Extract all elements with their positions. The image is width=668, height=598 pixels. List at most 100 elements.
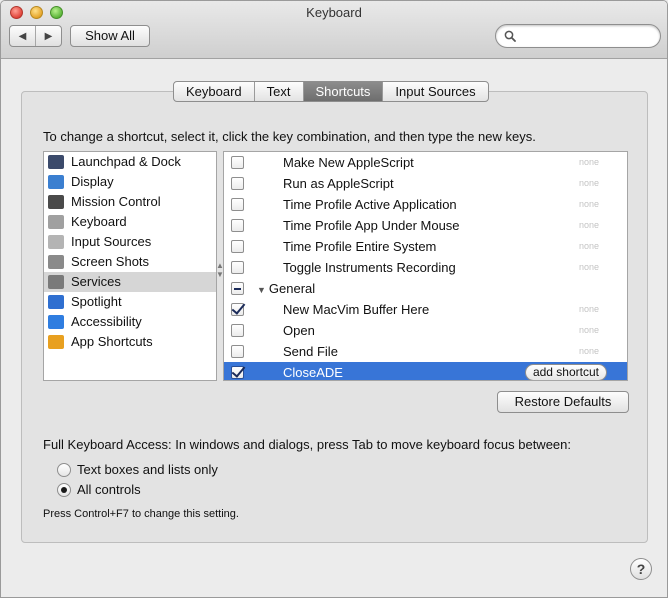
- shortcut-list: Make New AppleScript none Run as AppleScri…: [223, 151, 628, 381]
- shortcut-checkbox[interactable]: [231, 303, 244, 316]
- instructions-text: To change a shortcut, select it, click t…: [43, 129, 536, 144]
- window-title: Keyboard: [306, 5, 362, 20]
- group-header[interactable]: ▼ General: [257, 278, 315, 301]
- shortcut-row[interactable]: Send File none: [224, 341, 627, 362]
- keyboard-icon: [48, 215, 64, 229]
- radio-label: Text boxes and lists only: [77, 462, 218, 477]
- shortcut-key-value[interactable]: none: [579, 173, 599, 194]
- category-label: Screen Shots: [71, 254, 150, 269]
- shortcut-row[interactable]: Time Profile Active Application none: [224, 194, 627, 215]
- category-item[interactable]: Spotlight: [44, 292, 216, 312]
- category-item[interactable]: App Shortcuts: [44, 332, 216, 352]
- shortcut-row[interactable]: New MacVim Buffer Here none: [224, 299, 627, 320]
- gear-icon: [48, 275, 64, 289]
- tab-bar: Keyboard Text Shortcuts Input Sources: [173, 81, 489, 102]
- tab-text[interactable]: Text: [253, 82, 303, 101]
- radio-label: All controls: [77, 482, 141, 497]
- shortcut-row[interactable]: CloseADE add shortcut: [224, 362, 627, 380]
- shortcut-checkbox[interactable]: [231, 156, 244, 169]
- launchpad-icon: [48, 155, 64, 169]
- category-item[interactable]: Launchpad & Dock: [44, 152, 216, 172]
- keyboard-access-hint: Press Control+F7 to change this setting.: [43, 508, 239, 520]
- shortcut-key-value[interactable]: none: [579, 257, 599, 278]
- full-keyboard-access-label: Full Keyboard Access: In windows and dia…: [43, 437, 571, 452]
- screenshots-icon: [48, 255, 64, 269]
- chevron-left-icon: ◀: [18, 30, 27, 42]
- shortcut-label: New MacVim Buffer Here: [283, 302, 430, 317]
- back-button[interactable]: ◀: [10, 26, 35, 46]
- shortcut-key-value[interactable]: none: [579, 194, 599, 215]
- category-label: Display: [71, 174, 114, 189]
- shortcut-row[interactable]: Make New AppleScript none: [224, 152, 627, 173]
- tab-keyboard[interactable]: Keyboard: [174, 82, 254, 101]
- category-label: Keyboard: [71, 214, 127, 229]
- shortcut-key-value[interactable]: none: [579, 236, 599, 257]
- shortcut-row[interactable]: Time Profile App Under Mouse none: [224, 215, 627, 236]
- radio-button[interactable]: [57, 483, 71, 497]
- shortcut-row[interactable]: Toggle Instruments Recording none: [224, 257, 627, 278]
- tab-input-sources[interactable]: Input Sources: [382, 82, 487, 101]
- keyboard-preferences-window: Keyboard ◀ ▶ Show All Keyboard Text Shor…: [0, 0, 668, 598]
- shortcut-label: Time Profile App Under Mouse: [283, 218, 460, 233]
- shortcut-label: Time Profile Active Application: [283, 197, 457, 212]
- radio-all-controls[interactable]: All controls: [57, 481, 141, 499]
- shortcut-checkbox[interactable]: [231, 324, 244, 337]
- category-label: Input Sources: [71, 234, 152, 249]
- category-label: Launchpad & Dock: [71, 154, 181, 169]
- category-label: Services: [71, 274, 121, 289]
- category-label: Mission Control: [71, 194, 161, 209]
- category-item[interactable]: Accessibility: [44, 312, 216, 332]
- shortcut-checkbox[interactable]: [231, 345, 244, 358]
- help-button[interactable]: ?: [630, 558, 652, 580]
- shortcut-label: CloseADE: [283, 365, 343, 380]
- search-icon: [504, 30, 516, 42]
- shortcut-label: Run as AppleScript: [283, 176, 394, 191]
- display-icon: [48, 175, 64, 189]
- shortcut-group-row[interactable]: ▼ General: [224, 278, 627, 299]
- category-label: App Shortcuts: [71, 334, 153, 349]
- category-item[interactable]: Services: [44, 272, 216, 292]
- shortcut-checkbox[interactable]: [231, 240, 244, 253]
- accessibility-icon: [48, 315, 64, 329]
- shortcut-key-value[interactable]: none: [579, 341, 599, 362]
- shortcut-checkbox[interactable]: [231, 366, 244, 379]
- shortcut-row[interactable]: Time Profile Entire System none: [224, 236, 627, 257]
- disclosure-triangle-icon[interactable]: ▼: [257, 280, 266, 301]
- radio-text-boxes-and-lists[interactable]: Text boxes and lists only: [57, 461, 218, 479]
- category-label: Accessibility: [71, 314, 142, 329]
- search-input[interactable]: [520, 28, 654, 44]
- shortcut-checkbox[interactable]: [231, 177, 244, 190]
- radio-button[interactable]: [57, 463, 71, 477]
- show-all-button[interactable]: Show All: [70, 25, 150, 47]
- mission-control-icon: [48, 195, 64, 209]
- shortcut-label: Toggle Instruments Recording: [283, 260, 456, 275]
- tab-shortcuts[interactable]: Shortcuts: [302, 82, 383, 101]
- category-item[interactable]: Display: [44, 172, 216, 192]
- shortcut-key-value[interactable]: none: [579, 320, 599, 341]
- shortcut-row[interactable]: Open none: [224, 320, 627, 341]
- shortcut-key-value[interactable]: none: [579, 299, 599, 320]
- shortcut-checkbox[interactable]: [231, 219, 244, 232]
- category-item[interactable]: Keyboard: [44, 212, 216, 232]
- shortcut-checkbox[interactable]: [231, 282, 244, 295]
- category-item[interactable]: Input Sources: [44, 232, 216, 252]
- restore-defaults-button[interactable]: Restore Defaults: [497, 391, 629, 413]
- add-shortcut-button[interactable]: add shortcut: [524, 364, 607, 380]
- forward-button[interactable]: ▶: [35, 26, 61, 46]
- category-item[interactable]: Mission Control: [44, 192, 216, 212]
- shortcut-label: Send File: [283, 344, 338, 359]
- chevron-right-icon: ▶: [44, 30, 53, 42]
- category-label: Spotlight: [71, 294, 122, 309]
- shortcut-key-value[interactable]: none: [579, 152, 599, 173]
- shortcut-row[interactable]: Run as AppleScript none: [224, 173, 627, 194]
- back-forward-control: ◀ ▶: [9, 25, 62, 47]
- title-bar: Keyboard ◀ ▶ Show All: [1, 1, 667, 59]
- shortcut-key-value[interactable]: none: [579, 215, 599, 236]
- shortcut-checkbox[interactable]: [231, 198, 244, 211]
- shortcut-label: Make New AppleScript: [283, 155, 414, 170]
- shortcut-label: Open: [283, 323, 315, 338]
- shortcut-label: Time Profile Entire System: [283, 239, 437, 254]
- shortcut-checkbox[interactable]: [231, 261, 244, 274]
- category-item[interactable]: Screen Shots: [44, 252, 216, 272]
- search-field[interactable]: [495, 24, 661, 48]
